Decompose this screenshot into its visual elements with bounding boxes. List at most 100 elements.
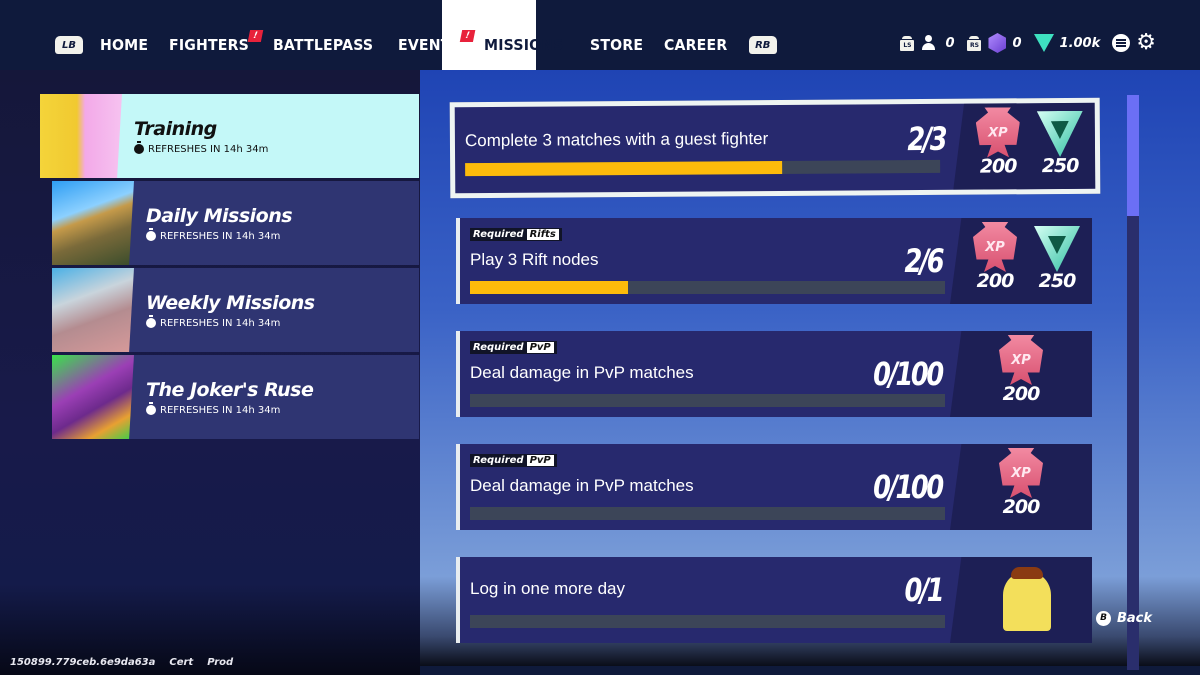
- reward-xp: XP 200: [970, 222, 1020, 292]
- category-training[interactable]: Training REFRESHES IN 14h 34m: [40, 94, 419, 178]
- category-weekly-missions[interactable]: Weekly Missions REFRESHES IN 14h 34m: [52, 268, 419, 352]
- alert-badge: !: [248, 30, 264, 42]
- rb-button-hint[interactable]: RB: [748, 36, 777, 54]
- mission-description: Log in one more day: [470, 579, 625, 598]
- gold-count: 1.00k: [1059, 35, 1101, 51]
- lb-button-hint[interactable]: LB: [55, 36, 83, 54]
- reward-xp: XP 200: [996, 335, 1046, 405]
- progress-bar: [470, 394, 945, 407]
- back-button[interactable]: B Back: [1096, 611, 1152, 626]
- gleamium-count: 0: [1012, 35, 1022, 51]
- mission-card[interactable]: Complete 3 matches with a guest fighter …: [449, 97, 1101, 199]
- tab-career[interactable]: CAREER: [664, 36, 727, 54]
- rewards: [1002, 561, 1052, 631]
- mission-description: Play 3 Rift nodes: [470, 250, 599, 269]
- required-tag: Required: [473, 455, 524, 466]
- xp-icon: XP: [999, 448, 1043, 498]
- rewards: XP 200 250: [970, 222, 1082, 292]
- category-title: Training: [134, 117, 217, 140]
- scrollbar-thumb[interactable]: [1127, 95, 1139, 216]
- mission-progress-count: 2/3: [907, 119, 946, 159]
- category-title: Weekly Missions: [146, 291, 315, 314]
- reward-xp: XP 200: [973, 107, 1023, 178]
- mission-description: Complete 3 matches with a guest fighter: [464, 129, 769, 151]
- progress-fill: [470, 281, 629, 294]
- menu-icon[interactable]: [1112, 34, 1131, 52]
- gold-icon: [1037, 111, 1083, 157]
- mission-progress-count: 0/100: [873, 355, 944, 393]
- refresh-timer: REFRESHES IN 14h 34m: [134, 141, 268, 155]
- category-title: The Joker's Ruse: [146, 378, 314, 401]
- rewards: XP 200 250: [973, 107, 1085, 178]
- alert-badge: !: [459, 30, 476, 42]
- missions-list: Complete 3 matches with a guest fighter …: [420, 70, 1200, 670]
- xp-icon: XP: [976, 107, 1020, 157]
- reward-cosmetic: [1002, 561, 1052, 631]
- mission-card[interactable]: Required Rifts Play 3 Rift nodes 2/6 XP 20…: [456, 218, 1092, 304]
- currency-bar: LS 0 RS 0 1.00k ⚙: [899, 32, 1156, 54]
- mission-progress-count: 0/100: [873, 468, 944, 506]
- category-panel: Training REFRESHES IN 14h 34m Daily Miss…: [0, 70, 420, 675]
- category-title: Daily Missions: [146, 204, 293, 227]
- mission-description: Deal damage in PvP matches: [470, 363, 694, 382]
- missions-scrollbar[interactable]: [1127, 95, 1139, 670]
- gear-icon[interactable]: ⚙: [1136, 32, 1156, 54]
- refresh-timer: REFRESHES IN 14h 34m: [146, 402, 313, 416]
- build-env: Cert: [169, 657, 194, 668]
- build-stage: Prod: [207, 657, 234, 668]
- rewards: XP 200: [996, 448, 1046, 518]
- mission-card[interactable]: Log in one more day 0/1: [456, 557, 1092, 643]
- timer-icon: [146, 315, 156, 328]
- tab-fighters-label: FIGHTERS: [169, 36, 250, 54]
- tab-missions[interactable]: MISSIONS: [484, 36, 564, 54]
- gleamium-icon: [988, 33, 1007, 53]
- tab-fighters[interactable]: FIGHTERS!: [169, 30, 264, 54]
- gold-icon: [1034, 226, 1080, 272]
- timer-icon: [134, 141, 144, 154]
- timer-icon: [146, 228, 156, 241]
- category-daily-missions[interactable]: Daily Missions REFRESHES IN 14h 34m: [52, 181, 419, 265]
- weekly-thumbnail: [52, 268, 134, 352]
- friends-count: 0: [945, 35, 955, 51]
- build-info: 150899.779ceb.6e9da63a Cert Prod: [10, 657, 233, 668]
- tab-store[interactable]: STORE: [590, 36, 643, 54]
- mission-card[interactable]: Required PvP Deal damage in PvP matches 0…: [456, 331, 1092, 417]
- reward-gold: 250: [1032, 222, 1082, 292]
- mission-progress-count: 2/6: [904, 242, 944, 280]
- b-button-icon: B: [1096, 611, 1111, 626]
- refresh-timer: REFRESHES IN 14h 34m: [146, 228, 292, 242]
- mission-tags: Required Rifts: [470, 228, 562, 241]
- category-jokers-ruse[interactable]: The Joker's Ruse REFRESHES IN 14h 34m: [52, 355, 419, 439]
- top-nav-bar: LB HOME FIGHTERS! BATTLEPASS EVENTS! MIS…: [0, 0, 1200, 70]
- xp-icon: XP: [999, 335, 1043, 385]
- timer-icon: [146, 402, 156, 415]
- tab-events[interactable]: EVENTS!: [398, 30, 476, 54]
- progress-bar: [470, 281, 945, 294]
- type-tag: Rifts: [526, 229, 559, 240]
- build-version: 150899.779ceb.6e9da63a: [10, 657, 156, 668]
- tab-home[interactable]: HOME: [100, 36, 148, 54]
- progress-bar: [470, 507, 945, 520]
- training-thumbnail: [40, 94, 122, 178]
- progress-bar: [470, 615, 945, 628]
- friends-icon[interactable]: [921, 35, 939, 51]
- main-nav: LB HOME FIGHTERS! BATTLEPASS EVENTS! MIS…: [55, 30, 777, 57]
- gift-ls-icon[interactable]: LS: [899, 35, 915, 51]
- banana-cosmetic-icon: [1003, 567, 1051, 631]
- required-tag: Required: [473, 229, 524, 240]
- mission-progress-count: 0/1: [904, 571, 944, 609]
- daily-planet-thumbnail: [52, 181, 134, 265]
- reward-gold: 250: [1035, 107, 1085, 177]
- gold-icon: [1033, 34, 1054, 52]
- progress-bar: [465, 159, 941, 177]
- tab-events-label: EVENTS: [398, 36, 461, 54]
- gift-rs-icon[interactable]: RS: [966, 35, 982, 51]
- mission-tags: Required PvP: [470, 341, 557, 354]
- rewards: XP 200: [996, 335, 1046, 405]
- tab-battlepass[interactable]: BATTLEPASS: [273, 36, 373, 54]
- required-tag: Required: [473, 342, 524, 353]
- mission-card[interactable]: Required PvP Deal damage in PvP matches 0…: [456, 444, 1092, 530]
- type-tag: PvP: [526, 455, 554, 466]
- xp-icon: XP: [973, 222, 1017, 272]
- progress-fill: [465, 160, 782, 177]
